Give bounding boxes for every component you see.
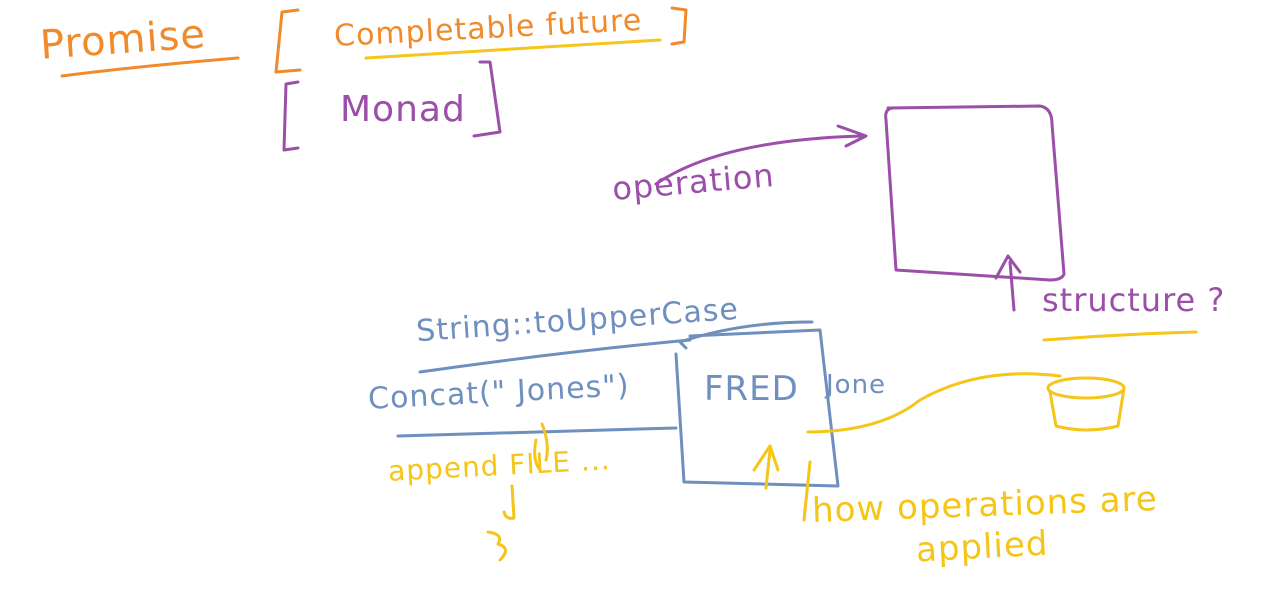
how-operations-marker: [802, 460, 812, 522]
fred-inner-arrow: [764, 448, 772, 490]
database-top: [1046, 376, 1126, 400]
applied-label: applied: [915, 523, 1050, 571]
structure-underline: [1042, 330, 1198, 342]
monad-label: Monad: [340, 89, 466, 130]
fred-inner-arrowhead: [752, 444, 780, 472]
structure-arrowhead: [994, 254, 1022, 280]
monad-left-bracket: [282, 80, 300, 152]
monad-right-bracket: [472, 60, 502, 138]
fred-label: FRED: [704, 369, 799, 409]
jone-label: Jone: [826, 370, 887, 400]
structure-arrow: [1008, 260, 1016, 312]
structure-label: structure ?: [1042, 281, 1226, 319]
append-file-arrow-down: [502, 484, 516, 520]
promise-label: Promise: [38, 11, 208, 69]
append-file-squiggle-bottom: [486, 530, 507, 562]
concat-underline: [396, 426, 678, 438]
structure-box: [884, 104, 1066, 282]
completable-future-right-bracket: [670, 6, 688, 46]
completable-future-left-bracket: [274, 8, 302, 74]
